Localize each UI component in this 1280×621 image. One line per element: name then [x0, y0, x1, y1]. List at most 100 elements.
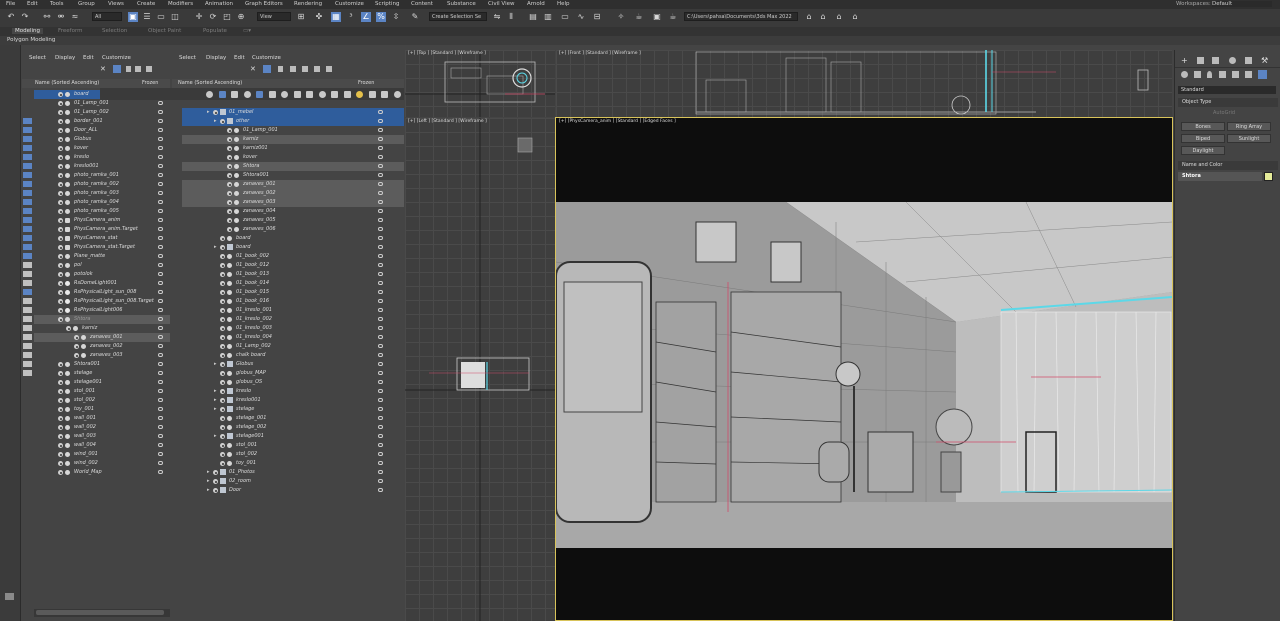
tree-row[interactable]: ▸ Door — [182, 486, 404, 495]
autogrid-checkbox[interactable]: AutoGrid — [1213, 110, 1235, 116]
tree-row[interactable]: PhysCamera_anim.Target — [34, 225, 170, 234]
visibility-eye-icon[interactable] — [220, 317, 225, 322]
spacewarps-icon[interactable] — [1245, 71, 1252, 78]
redo-icon[interactable]: ↷ — [20, 12, 30, 22]
project-folder-path[interactable]: C:\Users\pahsa\Documents\3ds Max 2022 — [684, 12, 798, 21]
bones-filter-icon[interactable] — [306, 91, 313, 98]
tree-row[interactable]: Shtora001 — [34, 360, 170, 369]
filter-toggle-icon[interactable] — [23, 343, 32, 349]
object-name-field[interactable]: Shtora — [1178, 172, 1262, 181]
filter-toggle-icon[interactable] — [23, 118, 32, 124]
visibility-eye-icon[interactable] — [58, 290, 63, 295]
tree-row[interactable]: wind_002 — [34, 459, 170, 468]
percent-snap-icon[interactable]: % — [376, 12, 386, 22]
undo-icon[interactable]: ↶ — [6, 12, 16, 22]
visibility-eye-icon[interactable] — [58, 254, 63, 259]
category-dropdown[interactable]: Standard — [1178, 86, 1276, 94]
tree-row[interactable]: stol_001 — [34, 387, 170, 396]
keyboard-shortcut-override-icon[interactable]: ▦ — [331, 12, 341, 22]
expand-arrow-icon[interactable]: ▸ — [207, 487, 210, 493]
visibility-eye-icon[interactable] — [227, 155, 232, 160]
visibility-eye-icon[interactable] — [220, 299, 225, 304]
visibility-eye-icon[interactable] — [220, 308, 225, 313]
visibility-eye-icon[interactable] — [58, 389, 63, 394]
pivot-center-icon[interactable]: ⊞ — [296, 12, 306, 22]
freeze-toggle-icon[interactable] — [378, 479, 383, 483]
filter-toggle-icon[interactable] — [23, 325, 32, 331]
filter-toggle-icon[interactable] — [23, 307, 32, 313]
reference-coordinate-dropdown[interactable]: View — [257, 12, 291, 21]
tree-row[interactable]: RsDomeLight001 — [34, 279, 170, 288]
tree-row[interactable]: ▸ other — [182, 117, 404, 126]
tree-row[interactable]: 01_Lamp_001 — [182, 126, 404, 135]
ribbon-toggle-icon[interactable]: ▭ — [560, 12, 570, 22]
visibility-eye-icon[interactable] — [220, 254, 225, 259]
filter-toggle-icon[interactable] — [23, 154, 32, 160]
filter-toggle-icon[interactable] — [23, 352, 32, 358]
visibility-eye-icon[interactable] — [220, 290, 225, 295]
visibility-eye-icon[interactable] — [58, 407, 63, 412]
freeze-toggle-icon[interactable] — [378, 200, 383, 204]
tree-row[interactable]: kreslo001 — [34, 162, 170, 171]
tree-row[interactable]: RsPhysicalLight_sun_008.Target — [34, 297, 170, 306]
visibility-eye-icon[interactable] — [58, 155, 63, 160]
visibility-eye-icon[interactable] — [227, 191, 232, 196]
helpers-icon[interactable] — [1232, 71, 1239, 78]
visibility-eye-icon[interactable] — [58, 371, 63, 376]
freeze-toggle-icon[interactable] — [158, 434, 163, 438]
viewport-label[interactable]: [+] [Top ] [Standard ] [Wireframe ] — [408, 51, 486, 56]
visibility-eye-icon[interactable] — [220, 353, 225, 358]
visibility-eye-icon[interactable] — [58, 272, 63, 277]
tree-row[interactable]: zanaves_006 — [182, 225, 404, 234]
shapes-filter-icon[interactable] — [218, 91, 226, 98]
create-project-icon[interactable]: ⌂ — [834, 12, 844, 22]
tree-row[interactable]: wall_002 — [34, 423, 170, 432]
render-setup-icon[interactable]: ☕ — [634, 12, 644, 22]
rotate-icon[interactable]: ⟳ — [208, 12, 218, 22]
tree-row[interactable]: ▸ kreslo — [182, 387, 404, 396]
tree-row[interactable]: 01_Lamp_002 — [34, 108, 170, 117]
expand-arrow-icon[interactable]: ▸ — [214, 118, 217, 124]
make-current-icon[interactable] — [326, 66, 332, 72]
visibility-eye-icon[interactable] — [220, 263, 225, 268]
filter-toggle-icon[interactable] — [23, 235, 32, 241]
tree-row[interactable]: 01_book_013 — [182, 270, 404, 279]
visibility-eye-icon[interactable] — [58, 218, 63, 223]
rectangular-selection-icon[interactable]: ▭ — [156, 12, 166, 22]
visibility-eye-icon[interactable] — [227, 164, 232, 169]
visibility-eye-icon[interactable] — [220, 452, 225, 457]
visibility-eye-icon[interactable] — [74, 344, 79, 349]
freeze-toggle-icon[interactable] — [378, 317, 383, 321]
object-type-rollout[interactable]: Object Type — [1178, 98, 1278, 107]
filter-icon[interactable] — [263, 65, 271, 73]
visibility-eye-icon[interactable] — [58, 137, 63, 142]
select-by-name-icon[interactable]: ☰ — [142, 12, 152, 22]
lock-icon[interactable] — [126, 66, 131, 72]
lock-icon[interactable] — [278, 66, 283, 72]
tree-row[interactable]: potolok — [34, 270, 170, 279]
freeze-toggle-icon[interactable] — [158, 371, 163, 375]
menu-arnold[interactable]: Arnold — [527, 1, 545, 7]
visibility-eye-icon[interactable] — [58, 425, 63, 430]
tree-row[interactable]: photo_ramka_004 — [34, 198, 170, 207]
freeze-toggle-icon[interactable] — [158, 353, 163, 357]
tree-row[interactable]: ▸ 01_mebel — [182, 108, 404, 117]
viewport-label[interactable]: [+] [Left ] [Standard ] [Wireframe ] — [408, 119, 487, 124]
visibility-eye-icon[interactable] — [220, 344, 225, 349]
tree-row[interactable]: board — [182, 234, 404, 243]
filter-toggle-icon[interactable] — [23, 298, 32, 304]
visibility-eye-icon[interactable] — [227, 218, 232, 223]
visibility-eye-icon[interactable] — [58, 380, 63, 385]
viewport-camera[interactable]: [+] [PhysCamera_anim ] [Standard ] [Edge… — [555, 117, 1173, 621]
modify-tab-icon[interactable] — [1197, 57, 1204, 64]
tree-row[interactable]: Door_ALL — [34, 126, 170, 135]
tree-row[interactable]: photo_ramka_003 — [34, 189, 170, 198]
freeze-toggle-icon[interactable] — [158, 101, 163, 105]
tree-row[interactable]: stelage_001 — [182, 414, 404, 423]
visibility-eye-icon[interactable] — [213, 479, 218, 484]
frozen-filter-icon[interactable] — [331, 91, 338, 98]
tree-row[interactable]: karniz001 — [182, 144, 404, 153]
visibility-eye-icon[interactable] — [220, 407, 225, 412]
visibility-eye-icon[interactable] — [58, 416, 63, 421]
freeze-toggle-icon[interactable] — [158, 317, 163, 321]
